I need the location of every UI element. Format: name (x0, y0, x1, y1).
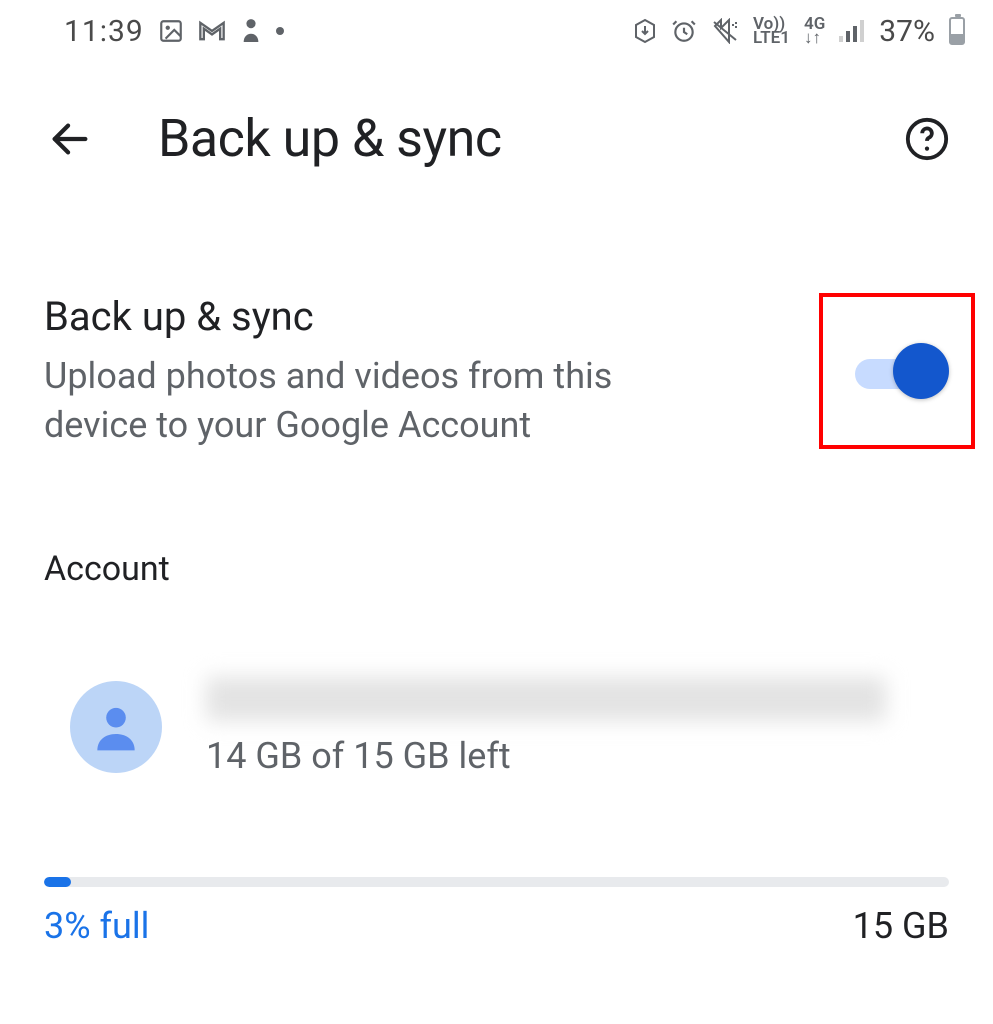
app-bar: Back up & sync (0, 62, 993, 197)
battery-percent: 37% (879, 14, 935, 49)
vibrate-icon (711, 18, 739, 44)
avatar (70, 681, 162, 773)
backup-sync-toggle[interactable] (855, 351, 939, 391)
account-email-redacted (206, 677, 886, 721)
status-time: 11:39 (64, 14, 144, 49)
storage-labels: 3% full 15 GB (44, 905, 949, 947)
person-icon (88, 699, 144, 755)
network2-indicator: 4G ↓↑ (804, 17, 825, 45)
backup-sync-setting[interactable]: Back up & sync Upload photos and videos … (0, 197, 993, 449)
gmail-icon (198, 20, 226, 42)
storage-total: 15 GB (853, 905, 949, 947)
highlight-box (819, 293, 975, 449)
battery-icon (949, 17, 965, 45)
arrow-left-icon (47, 116, 93, 162)
update-icon (633, 18, 657, 44)
storage-percent-full: 3% full (44, 905, 149, 947)
signal-icon (839, 20, 865, 42)
back-button[interactable] (44, 113, 96, 165)
setting-title: Back up & sync (44, 293, 799, 340)
setting-subtitle: Upload photos and videos from this devic… (44, 352, 684, 449)
person-icon (240, 18, 262, 44)
help-circle-icon (904, 116, 950, 162)
storage-progress-fill (44, 877, 71, 887)
status-bar: 11:39 Vo)) LTE1 4G ↓↑ (0, 0, 993, 62)
network1-indicator: Vo)) LTE1 (753, 17, 790, 45)
account-storage-text: 14 GB of 15 GB left (206, 735, 949, 777)
page-title: Back up & sync (158, 108, 502, 169)
help-button[interactable] (901, 113, 953, 165)
storage-progress-bar (44, 877, 949, 887)
account-section-header: Account (0, 449, 993, 589)
image-icon (158, 18, 184, 44)
account-row[interactable]: 14 GB of 15 GB left (0, 589, 993, 777)
more-notifications-dot (276, 27, 284, 35)
alarm-icon (671, 18, 697, 44)
